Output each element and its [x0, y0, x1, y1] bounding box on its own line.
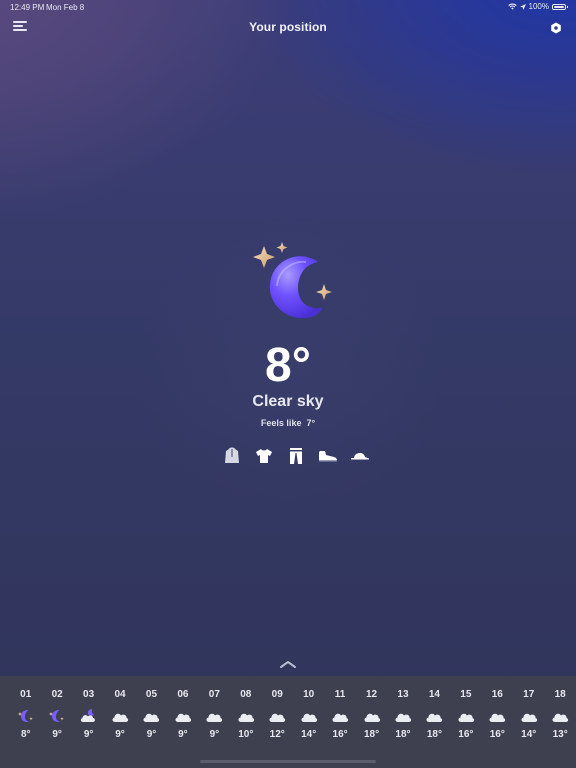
- hour-temperature: 9°: [52, 729, 62, 740]
- cloud-icon: [330, 708, 350, 724]
- hourly-item[interactable]: 09 12°: [262, 688, 293, 740]
- hour-label: 14: [428, 689, 440, 700]
- hour-temperature: 18°: [426, 729, 442, 740]
- current-temperature: 8°: [265, 339, 311, 392]
- hour-label: 18: [554, 689, 566, 700]
- hour-label: 05: [145, 689, 158, 700]
- hourly-forecast-panel[interactable]: 01 8° 02 9° 03 9° 04 9° 05 9° 06 9° 07 9° 08 10° 09 12° 10…: [0, 676, 576, 768]
- cloud-icon: [362, 708, 382, 724]
- cloud-icon: [173, 708, 193, 724]
- hourly-item[interactable]: 05 9°: [136, 688, 167, 740]
- cloud-icon: [393, 708, 413, 724]
- hour-temperature: 13°: [552, 729, 568, 740]
- hour-label: 02: [51, 689, 63, 700]
- hour-temperature: 14°: [301, 729, 317, 740]
- hourly-item[interactable]: 06 9°: [167, 688, 198, 740]
- clothing-suggestions: [222, 446, 370, 466]
- hourly-item[interactable]: 04 9°: [104, 688, 135, 740]
- hexagon-settings-icon: [551, 22, 561, 34]
- chevron-up-icon[interactable]: [279, 655, 297, 668]
- hour-temperature: 10°: [238, 729, 254, 740]
- hour-label: 11: [334, 689, 346, 700]
- moon-icon: [16, 708, 36, 724]
- hour-label: 06: [177, 689, 189, 700]
- t-shirt-icon[interactable]: [254, 446, 274, 466]
- hour-label: 17: [523, 689, 535, 700]
- hour-label: 04: [114, 689, 126, 700]
- hour-temperature: 14°: [521, 729, 537, 740]
- cloud-icon: [267, 708, 287, 724]
- feels-like: Feels like 7°: [0, 418, 576, 428]
- status-time: 12:49 PM: [10, 3, 45, 12]
- hour-label: 07: [208, 689, 220, 700]
- hourly-item[interactable]: 07 9°: [199, 688, 230, 740]
- settings-button[interactable]: [550, 21, 562, 34]
- hour-temperature: 8°: [20, 729, 31, 740]
- hourly-item[interactable]: 15 16°: [450, 688, 481, 740]
- hourly-item[interactable]: 13 18°: [387, 688, 418, 740]
- hour-label: 03: [83, 689, 95, 700]
- location-arrow-icon: [519, 3, 526, 10]
- status-indicators: 100%: [507, 2, 568, 11]
- status-bar: 12:49 PM Mon Feb 8 100%: [0, 0, 576, 14]
- hour-temperature: 9°: [146, 729, 157, 740]
- cap-icon[interactable]: [350, 446, 370, 466]
- hourly-item[interactable]: 02 9°: [41, 688, 72, 740]
- hoodie-icon[interactable]: [222, 446, 242, 466]
- moon-icon: [47, 708, 67, 724]
- hourly-item[interactable]: 16 16°: [482, 688, 513, 740]
- hour-temperature: 9°: [209, 729, 220, 740]
- hourly-forecast-list[interactable]: 01 8° 02 9° 03 9° 04 9° 05 9° 06 9° 07 9° 08 10° 09 12° 10…: [10, 688, 576, 740]
- hourly-item[interactable]: 08 10°: [230, 688, 261, 740]
- home-indicator[interactable]: [200, 760, 376, 763]
- hour-temperature: 12°: [269, 729, 285, 740]
- crescent-moon-stars-icon: [248, 238, 338, 328]
- hour-temperature: 9°: [83, 729, 94, 740]
- cloud-icon: [456, 708, 476, 724]
- moon-cloud-icon: [79, 708, 99, 724]
- cloud-icon: [424, 708, 444, 724]
- wifi-icon: [507, 3, 517, 10]
- hour-temperature: 16°: [489, 729, 505, 740]
- sneaker-icon[interactable]: [318, 446, 338, 466]
- hour-label: 12: [365, 689, 378, 700]
- pants-icon[interactable]: [286, 446, 306, 466]
- hour-label: 13: [397, 689, 409, 700]
- hour-temperature: 18°: [395, 729, 411, 740]
- battery-percent: 100%: [528, 2, 549, 11]
- hour-label: 16: [491, 689, 503, 700]
- page-title: Your position: [249, 20, 327, 34]
- hourly-item[interactable]: 11 16°: [324, 688, 355, 740]
- hourly-item[interactable]: 01 8°: [10, 688, 41, 740]
- cloud-icon: [487, 708, 507, 724]
- status-date: Mon Feb 8: [46, 3, 85, 12]
- battery-icon: [552, 3, 568, 10]
- cloud-icon: [236, 708, 256, 724]
- cloud-icon: [519, 708, 539, 724]
- hour-label: 15: [460, 689, 472, 700]
- hourly-item[interactable]: 18 13°: [544, 688, 575, 740]
- feels-like-label: Feels like: [260, 418, 302, 428]
- hour-label: 08: [240, 689, 252, 700]
- hourly-item[interactable]: 14 18°: [419, 688, 450, 740]
- cloud-icon: [110, 708, 130, 724]
- feels-like-value: 7°: [306, 418, 316, 428]
- current-condition: Clear sky: [252, 393, 324, 410]
- cloud-icon: [141, 708, 161, 724]
- hourly-item[interactable]: 12 18°: [356, 688, 387, 740]
- hour-temperature: 16°: [458, 729, 474, 740]
- hour-label: 01: [20, 689, 32, 700]
- hour-label: 09: [271, 689, 283, 700]
- hour-temperature: 9°: [178, 729, 188, 740]
- hourly-item[interactable]: 17 14°: [513, 688, 544, 740]
- hour-temperature: 9°: [115, 729, 125, 740]
- hourly-item[interactable]: 03 9°: [73, 688, 104, 740]
- cloud-icon: [204, 708, 224, 724]
- cloud-icon: [550, 708, 570, 724]
- cloud-icon: [299, 708, 319, 724]
- hourly-item[interactable]: 10 14°: [293, 688, 324, 740]
- hour-temperature: 16°: [332, 729, 348, 740]
- hour-temperature: 18°: [363, 729, 380, 740]
- hour-label: 10: [303, 689, 315, 700]
